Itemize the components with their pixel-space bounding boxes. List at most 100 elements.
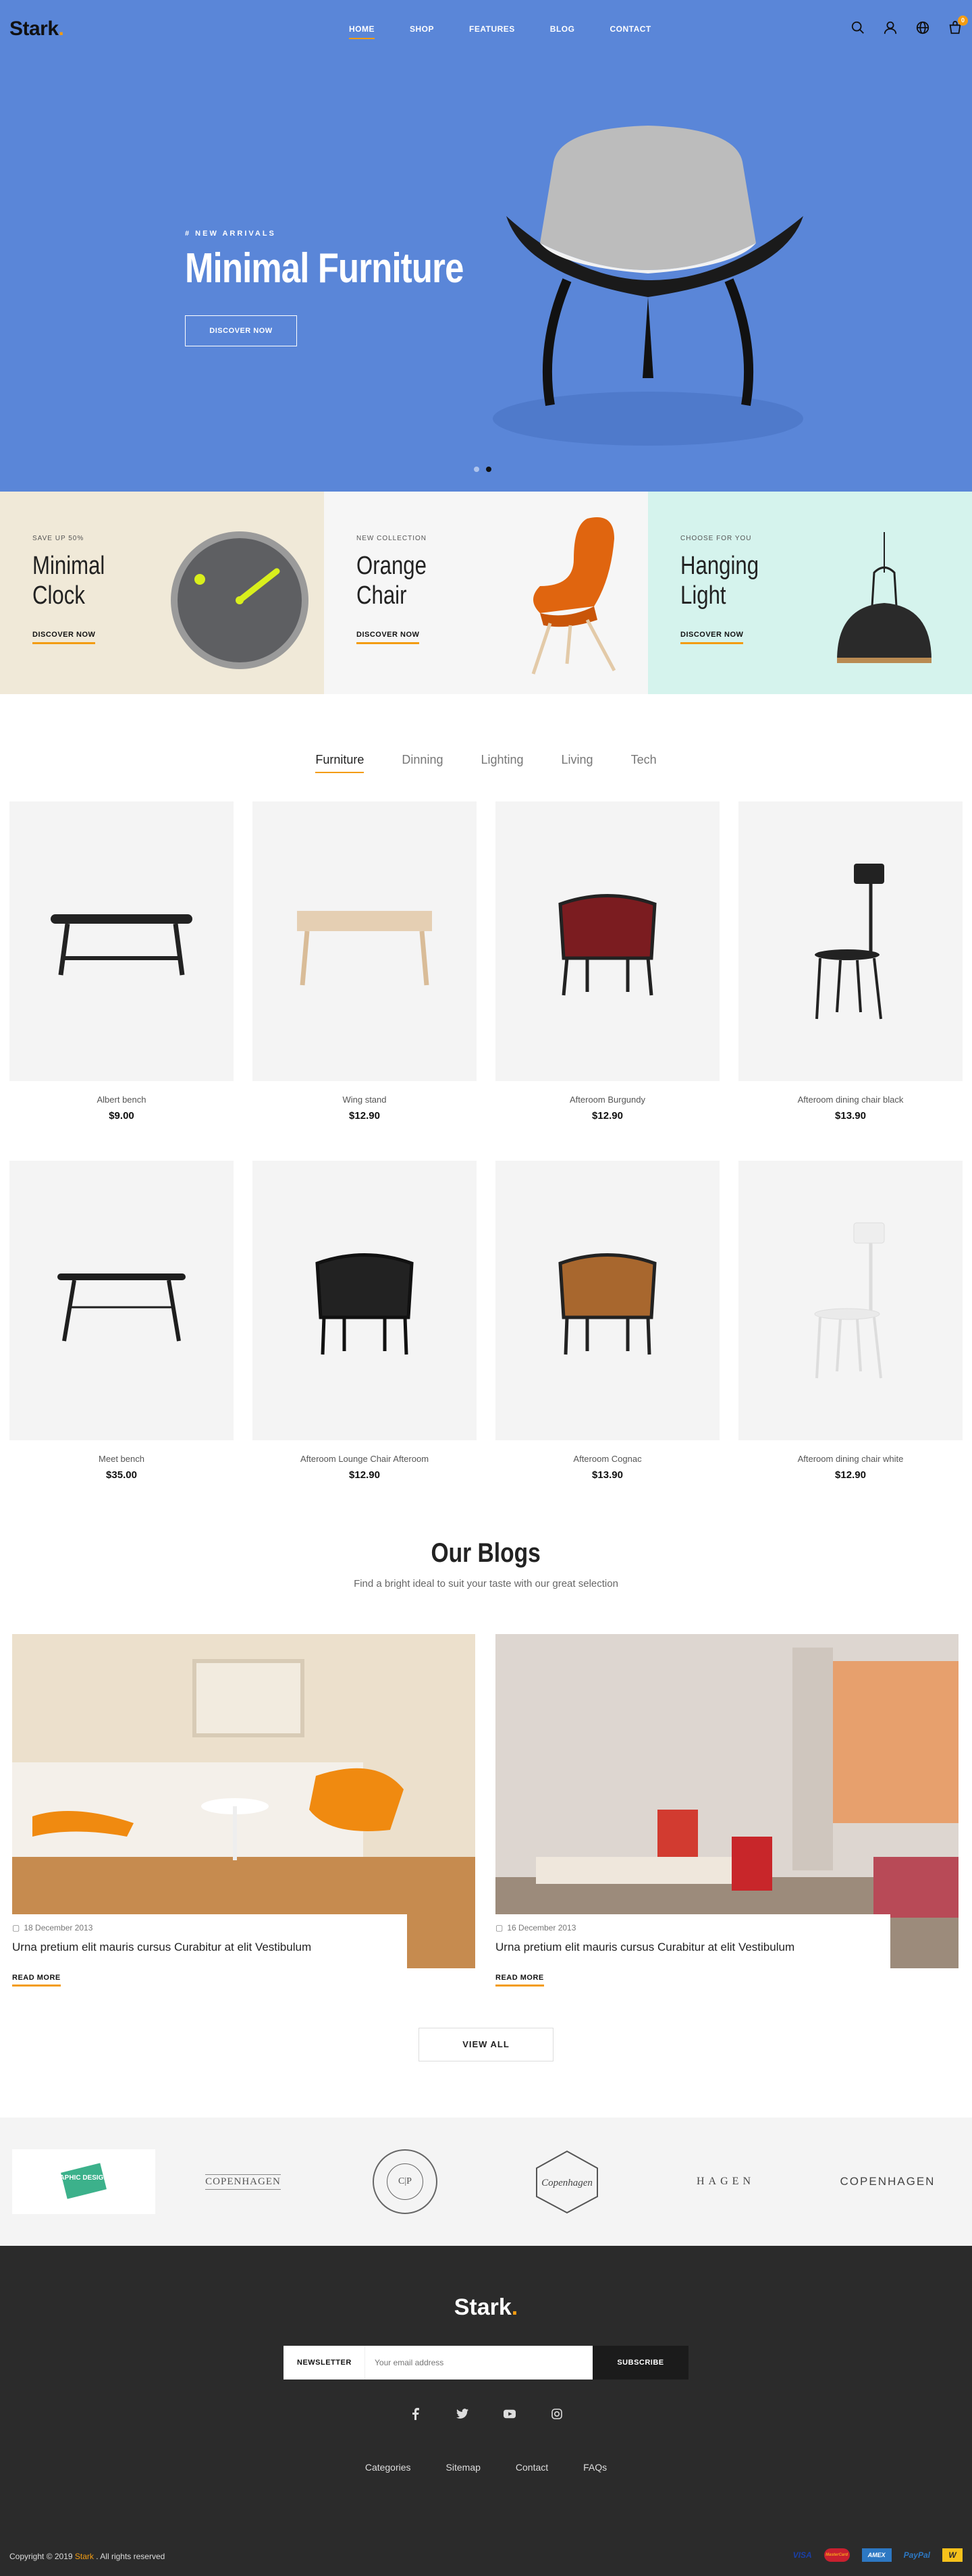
brand-logo[interactable]: HAGEN	[675, 2118, 776, 2246]
product-price: $12.90	[349, 1110, 380, 1122]
view-all-button[interactable]: VIEW ALL	[418, 2028, 554, 2061]
copyright-brand[interactable]: Stark	[75, 2552, 94, 2561]
nav-home[interactable]: HOME	[349, 24, 375, 39]
footer-logo[interactable]: Stark.	[0, 2294, 972, 2321]
user-icon[interactable]	[883, 20, 898, 35]
blog-title[interactable]: Urna pretium elit mauris cursus Curabitu…	[495, 1941, 794, 1954]
footer-logo-text: Stark	[454, 2294, 512, 2320]
product-grid: Albert bench $9.00 Wing stand $12.90 Aft…	[9, 801, 963, 1520]
main-nav: HOME SHOP FEATURES BLOG CONTACT	[349, 24, 686, 39]
product-image[interactable]	[738, 801, 963, 1081]
product-name[interactable]: Afteroom Lounge Chair Afteroom	[252, 1454, 477, 1464]
copyright-pre: Copyright © 2019	[9, 2552, 73, 2561]
promo-row: SAVE UP 50% Minimal Clock DISCOVER NOW N…	[0, 492, 972, 694]
tab-tech[interactable]: Tech	[631, 753, 657, 773]
footer-link-categories[interactable]: Categories	[365, 2462, 411, 2473]
brand-logo[interactable]: Copenhagen	[526, 2118, 608, 2246]
blogs-subtitle: Find a bright ideal to suit your taste w…	[354, 1578, 618, 1589]
nav-features[interactable]: FEATURES	[469, 24, 515, 39]
instagram-icon[interactable]	[551, 2408, 563, 2420]
product-price: $13.90	[835, 1110, 866, 1122]
webmoney-icon: W	[942, 2548, 963, 2562]
product-image[interactable]	[252, 1161, 477, 1440]
promo-discover-link[interactable]: DISCOVER NOW	[680, 631, 744, 644]
product-tabs: Furniture Dinning Lighting Living Tech	[0, 753, 972, 773]
promo-orange-chair: NEW COLLECTION Orange Chair DISCOVER NOW	[324, 492, 648, 694]
promo-discover-link[interactable]: DISCOVER NOW	[32, 631, 96, 644]
promo-title: Orange Chair	[356, 552, 427, 610]
slide-dot[interactable]	[474, 467, 479, 472]
slide-dot-active[interactable]	[486, 467, 491, 472]
product-price: $35.00	[106, 1469, 137, 1481]
product-image[interactable]	[252, 801, 477, 1081]
promo-subtitle: SAVE UP 50%	[32, 535, 84, 542]
cart-icon[interactable]: 0	[948, 16, 968, 35]
tab-living[interactable]: Living	[562, 753, 593, 773]
product-image[interactable]	[495, 1161, 720, 1440]
tab-furniture[interactable]: Furniture	[315, 753, 364, 773]
brand-logo[interactable]: GRAPHIC DESIGNER	[12, 2118, 155, 2246]
product-card[interactable]: Afteroom Burgundy $12.90	[495, 801, 720, 1161]
discover-now-button[interactable]: DISCOVER NOW	[185, 315, 297, 346]
blog-title[interactable]: Urna pretium elit mauris cursus Curabitu…	[12, 1941, 311, 1954]
copyright-post: . All rights reserved	[96, 2552, 165, 2561]
product-card[interactable]: Afteroom Lounge Chair Afteroom $12.90	[252, 1161, 477, 1520]
site-logo[interactable]: Stark.	[9, 18, 64, 41]
tab-dinning[interactable]: Dinning	[402, 753, 443, 773]
product-name[interactable]: Meet bench	[9, 1454, 234, 1464]
promo-subtitle: NEW COLLECTION	[356, 535, 427, 542]
brand-logo[interactable]: C|P	[364, 2118, 446, 2246]
product-card[interactable]: Afteroom Cognac $13.90	[495, 1161, 720, 1520]
product-image[interactable]	[9, 1161, 234, 1440]
brand-logo[interactable]: COPENHAGEN	[189, 2118, 297, 2246]
blog-date-text: 18 December 2013	[24, 1923, 93, 1933]
nav-blog[interactable]: BLOG	[550, 24, 575, 39]
product-image[interactable]	[495, 801, 720, 1081]
newsletter-email-input[interactable]	[364, 2346, 593, 2380]
youtube-icon[interactable]	[504, 2408, 516, 2420]
brand-graphic-designer-text: GRAPHIC DESIGNER	[57, 2174, 111, 2182]
clock-image	[171, 531, 308, 669]
copyright: Copyright © 2019 Stark . All rights rese…	[9, 2552, 165, 2561]
nav-shop[interactable]: SHOP	[410, 24, 434, 39]
top-bar: Stark. HOME SHOP FEATURES BLOG CONTACT 0	[0, 0, 972, 61]
tab-lighting[interactable]: Lighting	[481, 753, 523, 773]
product-image[interactable]	[9, 801, 234, 1081]
product-card[interactable]: Albert bench $9.00	[9, 801, 234, 1161]
product-card[interactable]: Meet bench $35.00	[9, 1161, 234, 1520]
footer-link-faqs[interactable]: FAQs	[583, 2462, 607, 2473]
product-card[interactable]: Wing stand $12.90	[252, 801, 477, 1161]
read-more-link[interactable]: READ MORE	[495, 1974, 544, 1987]
brand-strip: GRAPHIC DESIGNER COPENHAGEN C|P Copenhag…	[0, 2118, 972, 2246]
newsletter-label: NEWSLETTER	[284, 2346, 364, 2380]
brand-copenhagen-script-text: Copenhagen	[541, 2178, 593, 2188]
footer-link-contact[interactable]: Contact	[516, 2462, 548, 2473]
product-card[interactable]: Afteroom dining chair white $12.90	[738, 1161, 963, 1520]
nav-contact[interactable]: CONTACT	[610, 24, 651, 39]
promo-discover-link[interactable]: DISCOVER NOW	[356, 631, 420, 644]
product-name[interactable]: Afteroom Burgundy	[495, 1095, 720, 1105]
cart-count-badge: 0	[958, 16, 968, 26]
facebook-icon[interactable]	[409, 2408, 421, 2420]
product-name[interactable]: Afteroom dining chair black	[738, 1095, 963, 1105]
promo-title: Hanging Light	[680, 552, 759, 610]
product-image[interactable]	[738, 1161, 963, 1440]
brand-hagen-text: HAGEN	[697, 2176, 755, 2187]
footer-link-sitemap[interactable]: Sitemap	[446, 2462, 481, 2473]
product-name[interactable]: Afteroom Cognac	[495, 1454, 720, 1464]
product-name[interactable]: Albert bench	[9, 1095, 234, 1105]
product-card[interactable]: Afteroom dining chair black $13.90	[738, 801, 963, 1161]
search-icon[interactable]	[850, 20, 865, 35]
read-more-link[interactable]: READ MORE	[12, 1974, 61, 1987]
subscribe-button[interactable]: SUBSCRIBE	[593, 2346, 688, 2380]
globe-icon[interactable]	[915, 20, 930, 35]
product-name[interactable]: Wing stand	[252, 1095, 477, 1105]
product-name[interactable]: Afteroom dining chair white	[738, 1454, 963, 1464]
promo-hanging-light: CHOOSE FOR YOU Hanging Light DISCOVER NO…	[648, 492, 972, 694]
blog-date: ▢ 18 December 2013	[12, 1923, 92, 1933]
mastercard-icon: MasterCard	[824, 2548, 850, 2562]
logo-text: Stark	[9, 18, 59, 40]
brand-copenhagen-text: COPENHAGEN	[205, 2174, 281, 2190]
brand-logo[interactable]: COPENHAGEN	[830, 2118, 945, 2246]
twitter-icon[interactable]	[456, 2408, 468, 2420]
